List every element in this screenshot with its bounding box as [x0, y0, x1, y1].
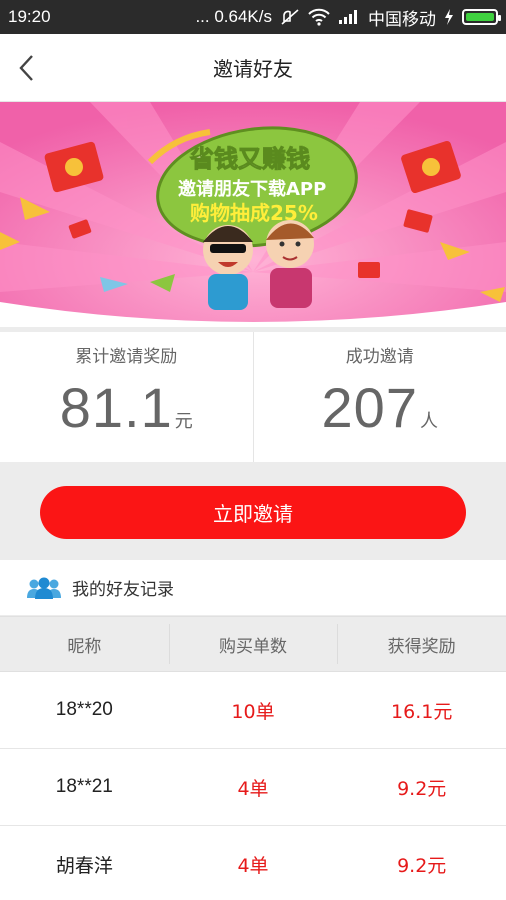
- row-orders: 4单: [237, 777, 269, 800]
- reward-stat: 累计邀请奖励 81.1 元: [0, 332, 253, 462]
- row-orders: 4单: [237, 854, 269, 877]
- table-row: 18**20 10单 16.1元: [0, 672, 506, 749]
- row-nickname: 18**20: [55, 699, 113, 720]
- column-order-count: 购买单数: [168, 623, 338, 664]
- mute-icon: [281, 9, 299, 25]
- records-table-body: 18**20 10单 16.1元 18**21 4单 9.2元 胡春洋 4单 9…: [0, 672, 506, 900]
- row-reward: 9.2元: [397, 777, 447, 800]
- signal-icon: [339, 10, 357, 24]
- invite-now-button[interactable]: 立即邀请: [40, 486, 466, 539]
- row-reward: 16.1元: [391, 700, 453, 723]
- table-row: 18**21 4单 9.2元: [0, 749, 506, 826]
- row-nickname: 胡春洋: [55, 855, 113, 877]
- records-table-header: 昵称 购买单数 获得奖励: [0, 616, 506, 672]
- reward-unit: 元: [174, 411, 193, 432]
- table-row: 胡春洋 4单 9.2元: [0, 826, 506, 900]
- stats-panel: 累计邀请奖励 81.1 元 成功邀请 207 人: [0, 332, 506, 462]
- success-value: 207: [321, 376, 418, 439]
- svg-text:购物抽成25%: 购物抽成25%: [190, 201, 318, 225]
- charging-icon: [445, 9, 453, 25]
- back-button[interactable]: [10, 52, 42, 84]
- status-time: 19:20: [8, 7, 51, 26]
- friend-records-header: 我的好友记录: [0, 560, 506, 615]
- column-nickname: 昵称: [67, 636, 102, 657]
- success-label: 成功邀请: [345, 347, 414, 367]
- app-header: 邀请好友: [0, 34, 506, 102]
- row-reward: 9.2元: [397, 854, 447, 877]
- reward-label: 累计邀请奖励: [75, 347, 178, 367]
- success-unit: 人: [419, 411, 438, 432]
- row-orders: 10单: [231, 700, 275, 723]
- wifi-icon: [308, 8, 330, 26]
- people-icon: [27, 577, 61, 599]
- column-reward: 获得奖励: [337, 623, 506, 664]
- network-speed: ... 0.64K/s: [195, 7, 272, 26]
- status-bar: 19:20 ... 0.64K/s 中国移动: [0, 0, 506, 34]
- battery-icon: [462, 9, 501, 25]
- invite-area: 立即邀请: [0, 462, 506, 560]
- svg-text:省钱又赚钱: 省钱又赚钱: [189, 145, 310, 173]
- success-stat: 成功邀请 207 人: [252, 332, 506, 462]
- reward-value: 81.1: [59, 376, 173, 439]
- svg-text:邀请朋友下载APP: 邀请朋友下载APP: [178, 178, 326, 200]
- page-title: 邀请好友: [213, 57, 293, 81]
- promo-banner[interactable]: 省钱又赚钱 邀请朋友下载APP 购物抽成25%: [0, 102, 506, 327]
- banner-illustration: 省钱又赚钱 邀请朋友下载APP 购物抽成25%: [0, 102, 506, 327]
- status-indicators: ... 0.64K/s 中国移动: [195, 5, 501, 30]
- row-nickname: 18**21: [55, 776, 113, 797]
- carrier-name: 中国移动: [368, 9, 436, 29]
- friend-records-title: 我的好友记录: [72, 580, 174, 600]
- chevron-left-icon: [19, 55, 33, 81]
